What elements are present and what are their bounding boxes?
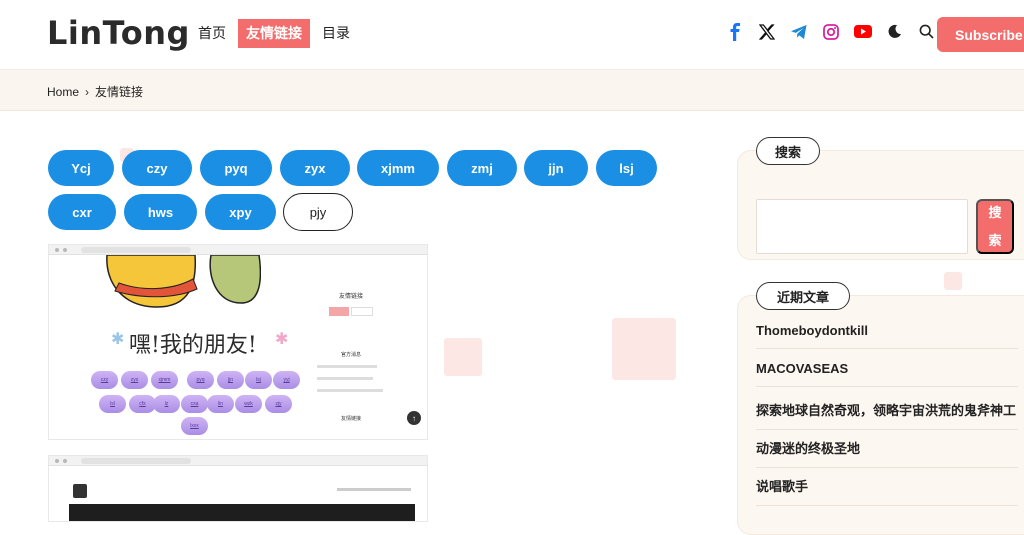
friends-heading: 嘿!我的朋友!: [129, 333, 257, 358]
embedded-line: [317, 365, 377, 368]
embedded-sidebar-heading: 友情链接: [341, 416, 362, 422]
sparkle-icon: ✱: [111, 331, 125, 348]
friend-bubble: lsl: [99, 395, 126, 413]
dark-mode-icon[interactable]: [885, 22, 904, 41]
site-header: LinTong 首页 友情链接 目录 Subscribe: [0, 0, 1024, 70]
embedded-tab: [351, 307, 373, 316]
friend-bubble: pyq: [187, 371, 214, 389]
embedded-line: [317, 377, 373, 380]
friend-link-tag[interactable]: jjn: [524, 150, 588, 186]
friend-page-screenshot-2: [48, 455, 428, 522]
decorative-square: [944, 272, 962, 290]
recent-post-link[interactable]: 说唱歌手: [756, 476, 1018, 506]
nav-item-catalog[interactable]: 目录: [314, 19, 358, 48]
search-button-label: 搜: [988, 204, 1002, 220]
sparkle-icon: ✱: [275, 331, 289, 348]
social-links: [725, 22, 936, 41]
browser-dot: [55, 247, 59, 252]
friend-bubble: zjy: [265, 395, 292, 413]
friend-bubble: lin: [207, 395, 234, 413]
embedded-line: [317, 389, 383, 392]
friend-bubble: xjmm: [151, 371, 178, 389]
search-button[interactable]: 搜 索: [976, 199, 1014, 254]
friend-link-tag[interactable]: zmj: [447, 150, 517, 186]
friend-bubble: jjn: [217, 371, 244, 389]
telegram-icon[interactable]: [789, 22, 808, 41]
friend-bubble: cfx: [129, 395, 156, 413]
embedded-avatar: [73, 484, 87, 498]
subscribe-button[interactable]: Subscribe: [937, 17, 1024, 52]
decorative-square: [612, 318, 676, 380]
browser-url-bar: [81, 457, 191, 464]
friend-bubble: lsj: [245, 371, 272, 389]
friend-link-tag[interactable]: pjy: [283, 193, 353, 231]
recent-post-link[interactable]: 动漫迷的终极圣地: [756, 438, 1018, 468]
recent-posts-title: 近期文章: [756, 282, 850, 310]
browser-url-bar: [81, 246, 191, 253]
search-widget: 搜索 搜 索: [737, 137, 1024, 260]
nav-item-home[interactable]: 首页: [190, 19, 234, 48]
friend-link-tag[interactable]: cxr: [48, 194, 116, 230]
friend-link-tag[interactable]: xpy: [205, 194, 276, 230]
search-button-label: 索: [988, 232, 1002, 248]
friend-page-screenshot: 嘿!我的朋友! ✱ ✱ czy zyx xjmm pyq jjn lsj yyj…: [48, 244, 428, 440]
youtube-icon[interactable]: [853, 22, 872, 41]
search-icon[interactable]: [917, 22, 936, 41]
friend-link-tag[interactable]: lsj: [596, 150, 657, 186]
friend-bubble: yyj: [273, 371, 300, 389]
embedded-sidebar-heading: 友情链接: [339, 294, 364, 300]
friend-bubble: cxa: [181, 395, 208, 413]
facebook-icon[interactable]: [725, 22, 744, 41]
embedded-sidebar-heading: 官方消息: [341, 352, 362, 358]
cartoon-illustration: [106, 255, 261, 308]
recent-post-link[interactable]: MACOVASEAS: [756, 361, 1018, 387]
search-input[interactable]: [756, 199, 968, 254]
embedded-nav: [337, 488, 411, 491]
friend-bubble: czy: [91, 371, 118, 389]
decorative-square: [444, 338, 482, 376]
friend-bubble: lxxx: [181, 417, 208, 435]
friend-bubble: lz: [153, 395, 180, 413]
instagram-icon[interactable]: [821, 22, 840, 41]
friend-link-tag[interactable]: zyx: [280, 150, 350, 186]
breadcrumb-home[interactable]: Home: [47, 85, 79, 99]
friend-bubble: zyx: [121, 371, 148, 389]
search-widget-title: 搜索: [756, 137, 820, 165]
nav-item-friend-links[interactable]: 友情链接: [238, 19, 310, 48]
friend-link-tag[interactable]: pyq: [200, 150, 272, 186]
browser-toolbar: [49, 245, 427, 255]
embedded-hero: [69, 504, 415, 521]
scroll-top-icon: ↑: [407, 411, 421, 425]
recent-post-link[interactable]: 探索地球自然奇观，领略宇宙洪荒的鬼斧神工: [756, 400, 1018, 430]
main-nav: 首页 友情链接 目录: [190, 19, 358, 48]
embedded-tab: [329, 307, 349, 316]
browser-dot: [55, 458, 59, 463]
breadcrumb-current: 友情链接: [95, 85, 144, 99]
site-logo[interactable]: LinTong: [47, 14, 190, 52]
breadcrumb: Home › 友情链接: [47, 83, 143, 100]
x-icon[interactable]: [757, 22, 776, 41]
browser-toolbar: [49, 456, 427, 466]
recent-posts-widget: 近期文章 Thomeboydontkill MACOVASEAS 探索地球自然奇…: [737, 282, 1024, 535]
friend-link-tag[interactable]: hws: [124, 194, 197, 230]
breadcrumb-bar: Home › 友情链接: [0, 70, 1024, 111]
chevron-right-icon: ›: [85, 84, 90, 99]
friend-link-tag[interactable]: Ycj: [48, 150, 114, 186]
friend-bubble: wzk: [235, 395, 262, 413]
friend-link-tag[interactable]: czy: [122, 150, 192, 186]
browser-dot: [63, 247, 67, 252]
friend-link-tag[interactable]: xjmm: [357, 150, 439, 186]
browser-dot: [63, 458, 67, 463]
recent-post-link[interactable]: Thomeboydontkill: [756, 323, 1018, 349]
